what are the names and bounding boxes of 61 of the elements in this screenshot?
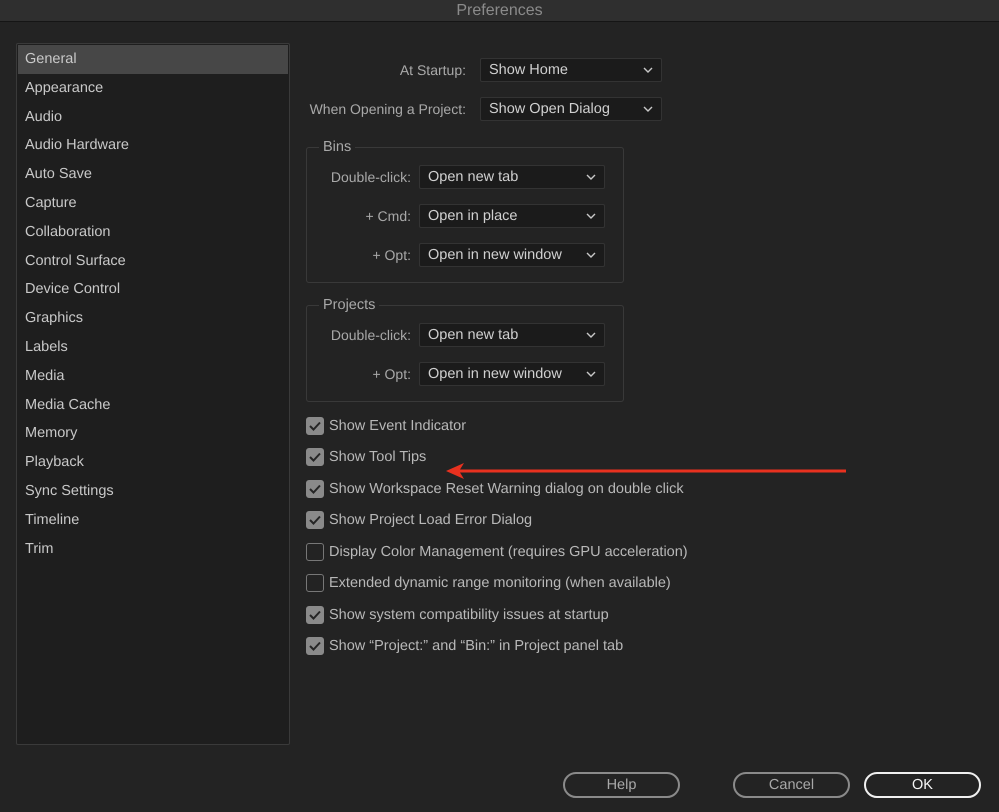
- chevron-icon: [586, 252, 596, 258]
- sidebar-item[interactable]: Memory: [18, 419, 288, 448]
- dropdown[interactable]: Open in place: [419, 204, 605, 228]
- sidebar-item[interactable]: Collaboration: [18, 218, 288, 247]
- sidebar-item[interactable]: Device Control: [18, 275, 288, 304]
- checkbox-label: Show system compatibility issues at startup: [329, 606, 609, 623]
- sidebar-item[interactable]: Timeline: [18, 506, 288, 535]
- dropdown[interactable]: Show Open Dialog: [480, 97, 662, 121]
- field-label: Double-click:: [330, 169, 411, 185]
- checkbox-label: Extended dynamic range monitoring (when available): [329, 575, 671, 592]
- dropdown[interactable]: Open new tab: [419, 323, 605, 347]
- dropdown[interactable]: Open in new window: [419, 243, 605, 267]
- sidebar-item[interactable]: Audio: [18, 102, 288, 132]
- chevron-icon: [586, 371, 596, 377]
- window-title: Preferences: [456, 2, 543, 20]
- field-label: + Cmd:: [364, 208, 411, 224]
- sidebar-item[interactable]: Sync Settings: [18, 476, 288, 506]
- sidebar-item[interactable]: Media Cache: [18, 390, 288, 420]
- checkbox[interactable]: [306, 511, 324, 530]
- group-title: Projects: [322, 297, 376, 313]
- sidebar-item[interactable]: Media: [18, 362, 288, 391]
- sidebar-item[interactable]: Auto Save: [18, 160, 288, 189]
- dropdown[interactable]: Show Home: [480, 58, 662, 82]
- checkbox[interactable]: [306, 637, 324, 656]
- dropdown[interactable]: Open in new window: [419, 362, 605, 386]
- field-label: When Opening a Project:: [308, 101, 466, 117]
- checkbox[interactable]: [306, 480, 324, 498]
- sidebar-item[interactable]: Audio Hardware: [18, 131, 288, 160]
- field-label: + Opt:: [371, 247, 411, 263]
- field-label: + Opt:: [371, 366, 411, 382]
- sidebar-item[interactable]: Capture: [18, 188, 288, 218]
- checkbox[interactable]: [306, 606, 324, 624]
- sidebar-item[interactable]: Control Surface: [18, 246, 288, 276]
- checkbox-label: Show Project Load Error Dialog: [329, 512, 532, 528]
- sidebar-item[interactable]: Graphics: [18, 304, 288, 333]
- chevron-icon: [643, 67, 653, 73]
- checkbox[interactable]: [306, 416, 324, 435]
- checkbox-label: Show Event Indicator: [329, 418, 466, 434]
- sidebar-item[interactable]: Labels: [18, 332, 288, 362]
- checkbox-label: Display Color Management (requires GPU acceleration): [329, 544, 688, 560]
- checkbox-label: Show Tool Tips: [329, 449, 426, 466]
- sidebar-item[interactable]: Trim: [18, 534, 288, 564]
- field-label: At Startup:: [398, 62, 466, 78]
- chevron-icon: [586, 174, 596, 180]
- dropdown[interactable]: Open new tab: [419, 165, 605, 189]
- field-label: Double-click:: [330, 327, 411, 343]
- chevron-icon: [586, 213, 596, 219]
- dialog-button[interactable]: Cancel: [733, 772, 850, 798]
- group-title: Bins: [322, 139, 352, 155]
- chevron-icon: [586, 332, 596, 338]
- sidebar-item[interactable]: Appearance: [18, 74, 288, 103]
- chevron-icon: [643, 106, 653, 112]
- checkbox-label: Show “Project:” and “Bin:” in Project panel tab: [329, 638, 624, 654]
- ok-button[interactable]: OK: [864, 772, 981, 798]
- checkbox[interactable]: [306, 574, 324, 592]
- checkbox-label: Show Workspace Reset Warning dialog on double click: [329, 480, 684, 497]
- checkbox[interactable]: [306, 448, 324, 466]
- dialog-button[interactable]: Help: [563, 772, 680, 798]
- checkbox[interactable]: [306, 542, 324, 561]
- sidebar-item[interactable]: General: [18, 45, 288, 74]
- sidebar-item[interactable]: Playback: [18, 448, 288, 477]
